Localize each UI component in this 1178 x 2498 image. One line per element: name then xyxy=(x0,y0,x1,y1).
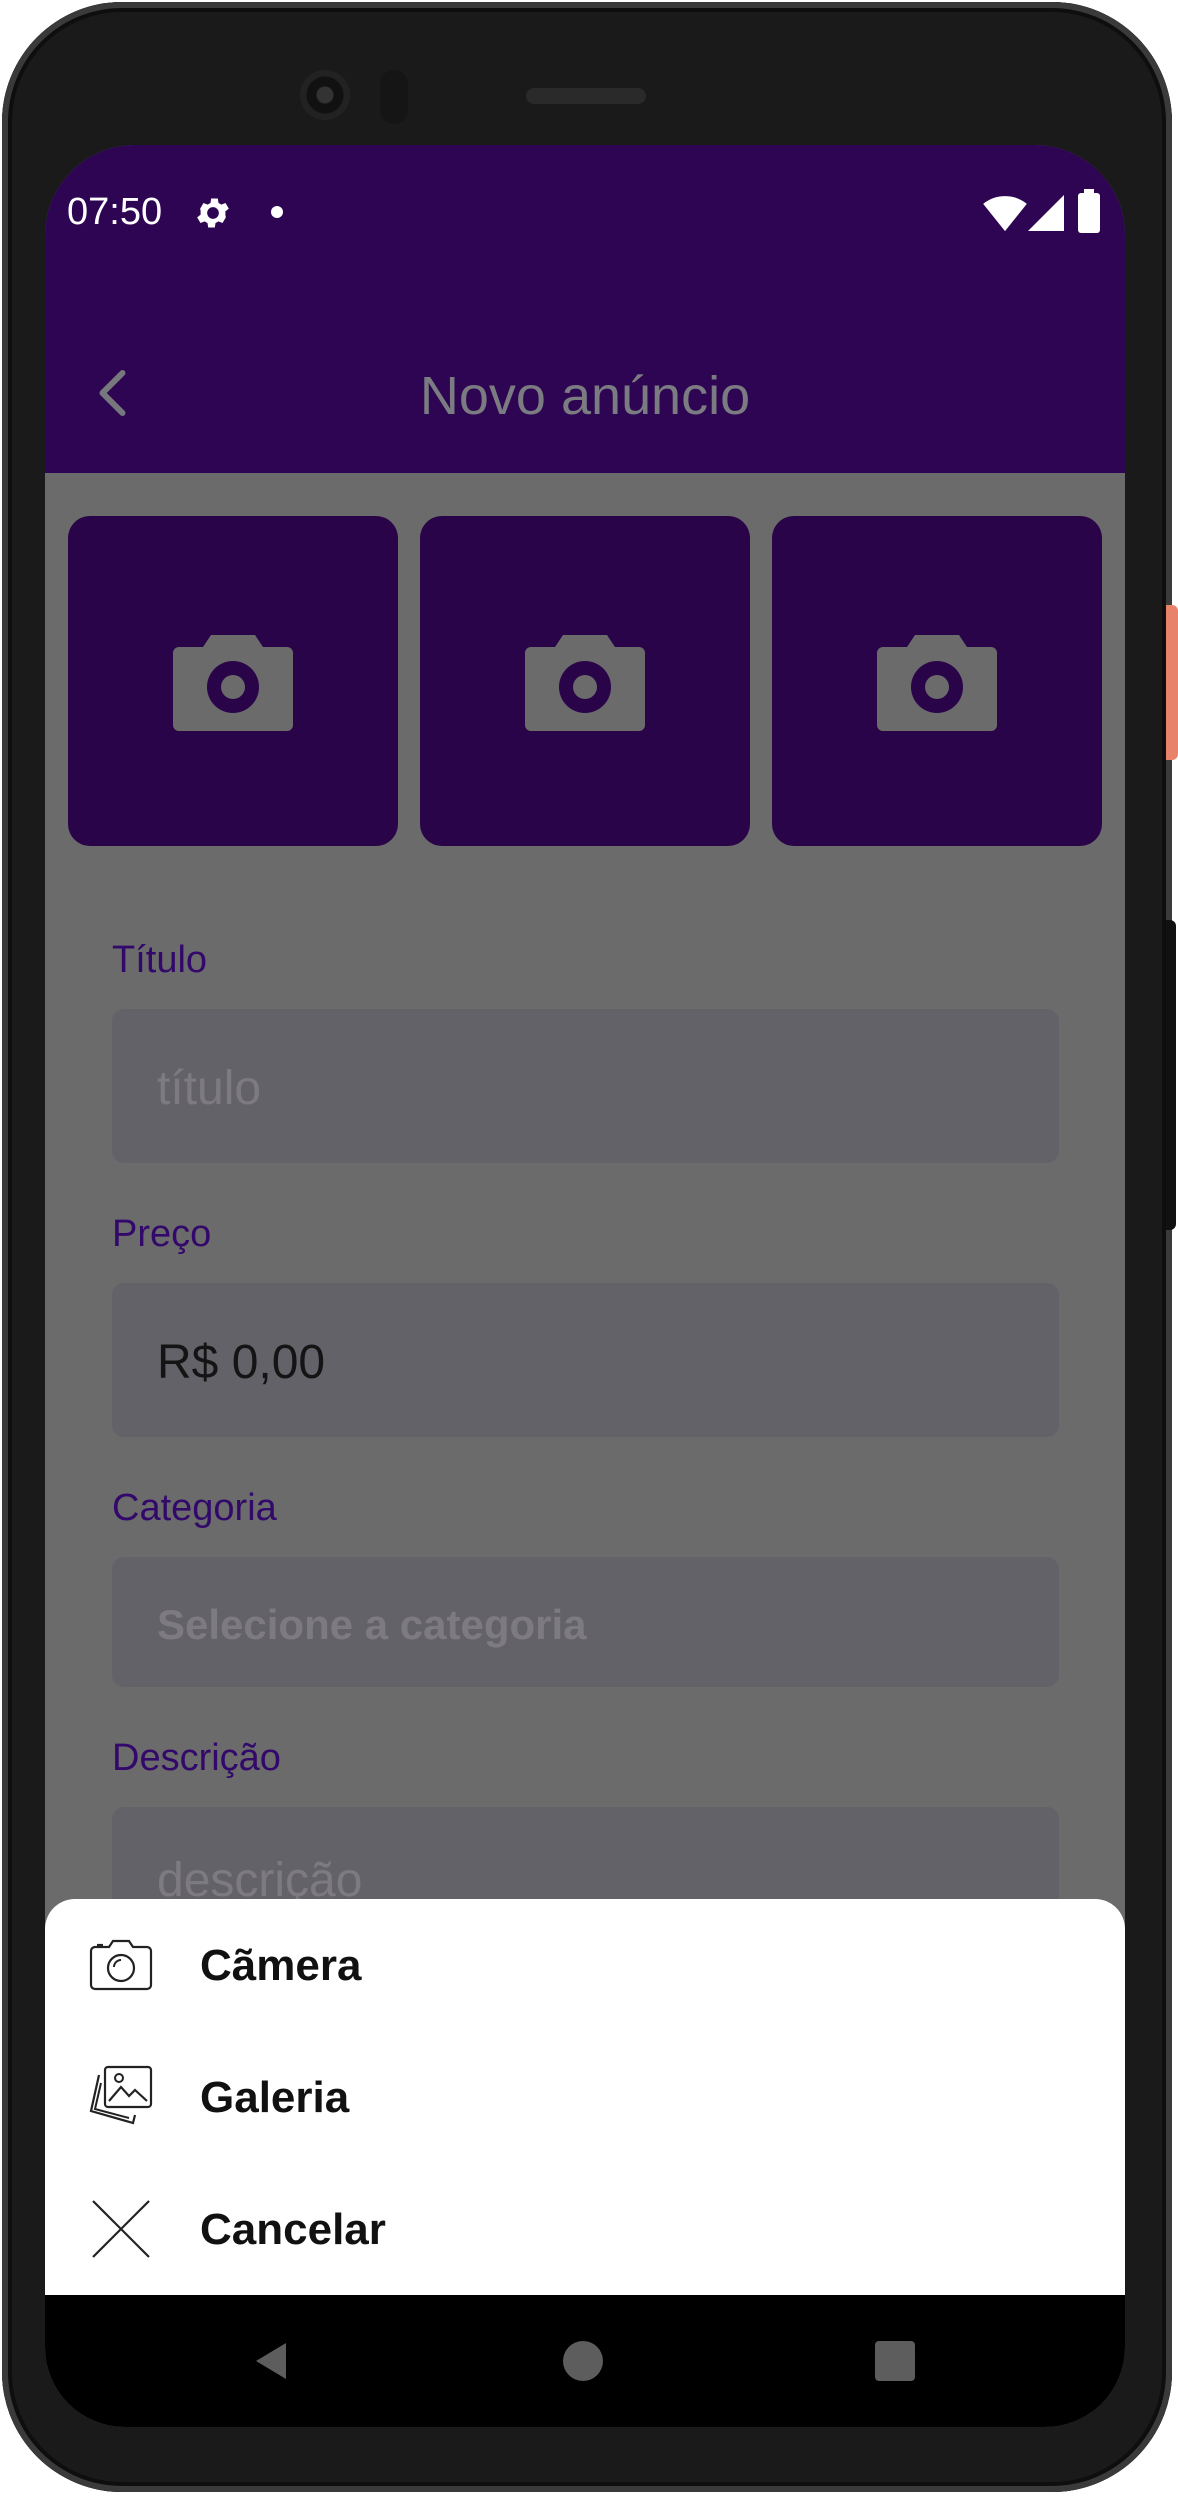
signal-icon xyxy=(1028,195,1064,231)
camera-outline-icon xyxy=(89,1939,153,1991)
category-label: Categoria xyxy=(112,1487,277,1529)
photo-slot-2[interactable] xyxy=(420,516,750,846)
sheet-item-cancel[interactable]: Cancelar xyxy=(45,2163,1125,2295)
photo-slot-3[interactable] xyxy=(772,516,1102,846)
title-label: Título xyxy=(112,939,208,981)
category-dropdown[interactable]: Selecione a categoria xyxy=(112,1557,1059,1687)
price-value: R$ 0,00 xyxy=(157,1336,326,1389)
power-button xyxy=(1166,605,1178,760)
wifi-icon xyxy=(983,196,1027,232)
title-field[interactable]: título xyxy=(112,1009,1059,1163)
notification-dot-icon xyxy=(271,206,283,218)
system-nav-bar xyxy=(45,2295,1125,2427)
camera-icon xyxy=(525,635,645,731)
gallery-icon xyxy=(89,2065,153,2125)
status-time: 07:50 xyxy=(67,191,163,233)
page-title: Novo anúncio xyxy=(419,366,751,426)
description-label: Descrição xyxy=(112,1737,281,1779)
title-placeholder: título xyxy=(157,1062,262,1115)
proximity-sensor xyxy=(380,70,408,124)
bottom-sheet: Cãmera Galeria Cancelar xyxy=(45,1899,1125,2295)
close-icon xyxy=(92,2200,150,2258)
screen: 07:50 Novo anúncio Título título Preço R… xyxy=(45,145,1125,2427)
price-field[interactable]: R$ 0,00 xyxy=(112,1283,1059,1437)
sheet-item-label: Cãmera xyxy=(200,1941,362,1990)
category-placeholder: Selecione a categoria xyxy=(157,1601,587,1648)
battery-icon xyxy=(1078,189,1100,233)
settings-gear-icon xyxy=(197,198,229,228)
nav-recents-icon[interactable] xyxy=(875,2341,915,2381)
sheet-item-gallery[interactable]: Galeria xyxy=(45,2031,1125,2163)
volume-button xyxy=(1166,920,1176,1230)
nav-back-icon[interactable] xyxy=(250,2339,294,2383)
sheet-item-label: Cancelar xyxy=(200,2205,386,2254)
photo-slot-1[interactable] xyxy=(68,516,398,846)
earpiece-speaker xyxy=(526,88,646,104)
sheet-item-camera[interactable]: Cãmera xyxy=(45,1899,1125,2031)
sheet-item-label: Galeria xyxy=(200,2073,350,2122)
price-label: Preço xyxy=(112,1213,212,1255)
front-camera xyxy=(300,70,350,120)
nav-home-icon[interactable] xyxy=(563,2341,603,2381)
camera-icon xyxy=(877,635,997,731)
status-bar: 07:50 xyxy=(45,145,1125,275)
camera-icon xyxy=(173,635,293,731)
